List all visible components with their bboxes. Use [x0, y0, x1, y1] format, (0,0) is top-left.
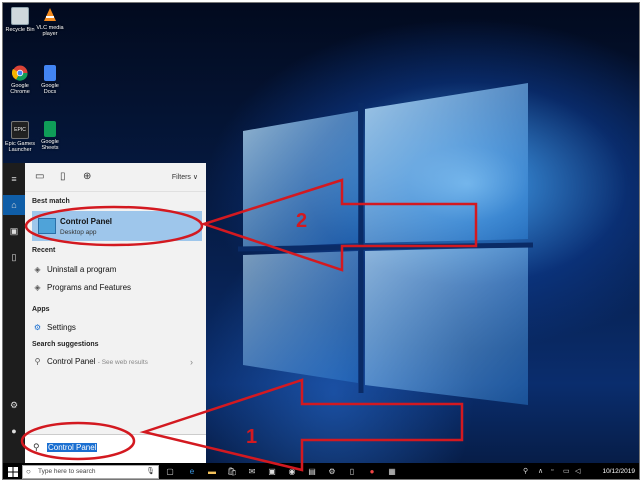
search-tab-bar: ▭ ▯ ⊕ Filters ∨	[25, 163, 206, 192]
app-item-settings[interactable]: ⚙ Settings	[33, 321, 76, 335]
web-icon[interactable]: ⊕	[83, 171, 91, 182]
notepad-icon[interactable]: ▯	[346, 466, 358, 478]
person-tray-icon[interactable]: ⚲	[523, 467, 528, 475]
battery-icon[interactable]: ▭	[563, 467, 570, 475]
programs-icon: ◈	[34, 283, 41, 292]
search-icon: ⚲	[33, 442, 40, 452]
media-icon[interactable]: ●	[366, 466, 378, 478]
desktop-icon-chrome[interactable]: Google Chrome	[5, 65, 35, 95]
all-icon[interactable]: ▭	[35, 171, 44, 182]
recycle-bin-icon	[11, 7, 29, 25]
recent-item-programs-features[interactable]: ◈ Programs and Features	[33, 281, 131, 295]
sheets-icon	[44, 121, 56, 137]
clock-date[interactable]: 10/12/2019	[602, 468, 635, 475]
file-explorer-icon[interactable]: ▬	[206, 466, 218, 478]
photos-icon[interactable]: ▣	[266, 466, 278, 478]
web-suggestion[interactable]: ⚲ Control Panel - See web results ›	[33, 355, 203, 369]
network-icon[interactable]: ▫	[551, 467, 553, 474]
settings-taskbar-icon[interactable]: ⚙	[326, 466, 338, 478]
desktop-icon-google-docs[interactable]: Google Docs	[35, 65, 65, 95]
start-menu-rail: ≡ ⌂ ▣ ▯ ⚙ ●	[3, 163, 25, 463]
microphone-icon[interactable]: 🎙	[146, 467, 155, 475]
app-icon[interactable]: ▤	[306, 466, 318, 478]
task-view-icon[interactable]: ▢	[164, 466, 176, 478]
desktop-icon-recycle-bin[interactable]: Recycle Bin	[5, 7, 35, 33]
best-match-subtitle: Desktop app	[60, 229, 97, 236]
start-search-box[interactable]: ⚲ Control Panel	[25, 434, 206, 463]
docs-icon	[44, 65, 56, 81]
chrome-icon	[11, 65, 28, 81]
apps-heading: Apps	[32, 306, 50, 313]
search-input[interactable]: Control Panel	[47, 443, 98, 452]
chevron-up-icon[interactable]: ∧	[538, 467, 543, 475]
chrome-taskbar-icon[interactable]: ◉	[286, 466, 298, 478]
documents-icon[interactable]: ▯	[60, 171, 66, 182]
settings-icon: ⚙	[33, 323, 42, 332]
filters-button[interactable]: Filters ∨	[172, 173, 198, 181]
best-match-heading: Best match	[32, 198, 70, 205]
mail-icon[interactable]: ✉	[246, 466, 258, 478]
desktop-icon-vlc[interactable]: VLC media player	[35, 7, 65, 37]
store-icon[interactable]: 🛍	[226, 466, 238, 478]
annotation-step-2: 2	[296, 210, 308, 232]
desktop: Recycle Bin VLC media player Google Chro…	[2, 2, 640, 480]
settings-gear-icon[interactable]: ⚙	[3, 395, 25, 415]
volume-icon[interactable]: ◁	[575, 467, 580, 475]
search-results-panel: ▭ ▯ ⊕ Filters ∨ Best match Control Panel…	[25, 163, 206, 463]
program-icon[interactable]: ▦	[386, 466, 398, 478]
recent-heading: Recent	[32, 247, 56, 254]
edge-icon[interactable]: e	[186, 466, 198, 478]
epic-games-icon: EPIC	[11, 121, 29, 139]
documents-rail-icon[interactable]: ▣	[3, 221, 25, 241]
vlc-icon	[42, 7, 58, 23]
programs-icon: ◈	[34, 265, 41, 274]
best-match-control-panel[interactable]: Control Panel Desktop app	[32, 211, 202, 241]
windows-start-icon[interactable]	[8, 467, 18, 477]
desktop-icon-epic-games[interactable]: EPIC Epic Games Launcher	[5, 121, 35, 153]
hamburger-menu-icon[interactable]: ≡	[3, 169, 25, 189]
control-panel-icon	[38, 218, 56, 234]
chevron-right-icon[interactable]: ›	[190, 355, 193, 369]
taskbar-search-box[interactable]: ○ Type here to search 🎙	[22, 465, 159, 479]
home-icon[interactable]: ⌂	[3, 195, 25, 215]
desktop-icon-google-sheets[interactable]: Google Sheets	[35, 121, 65, 151]
phone-icon[interactable]: ▯	[3, 247, 25, 267]
taskbar: ○ Type here to search 🎙 ▢ e ▬ 🛍 ✉ ▣ ◉ ▤ …	[3, 463, 639, 479]
best-match-name: Control Panel	[60, 217, 113, 226]
recent-item-uninstall[interactable]: ◈ Uninstall a program	[33, 263, 116, 277]
annotation-step-1: 1	[246, 426, 258, 448]
cortana-icon: ○	[26, 467, 31, 476]
user-icon[interactable]: ●	[3, 421, 25, 441]
search-icon: ⚲	[34, 357, 41, 366]
search-suggestions-heading: Search suggestions	[32, 341, 99, 348]
